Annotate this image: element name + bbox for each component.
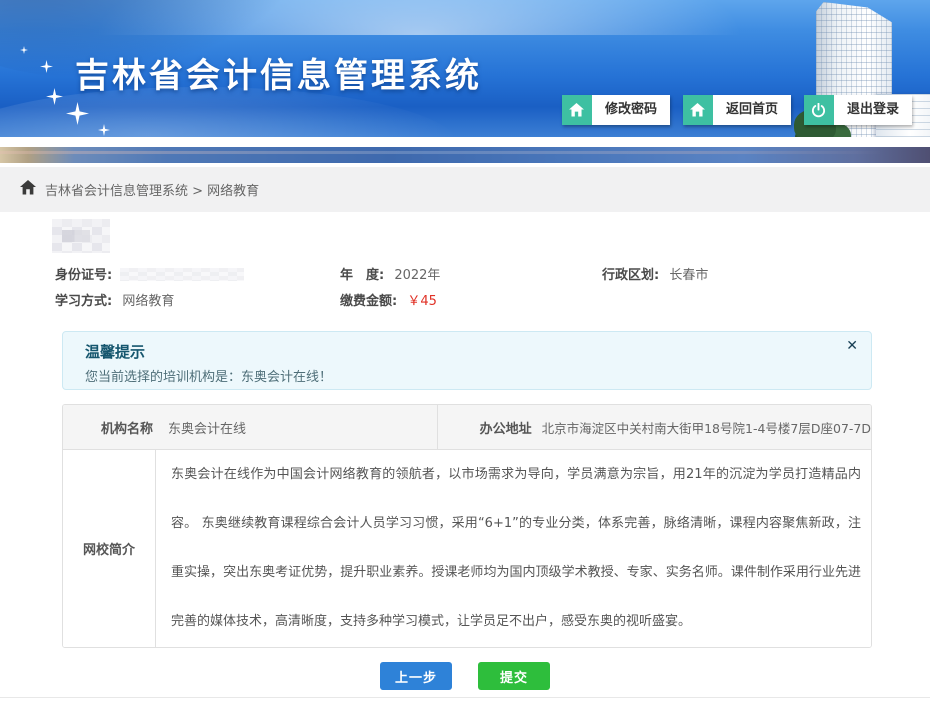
sparkle-icon [40,60,53,73]
amount-field: 缴费金额: ￥45 [340,290,602,309]
id-number-field: 身份证号: [55,264,340,283]
study-method-field: 学习方式: 网络教育 [55,290,340,309]
org-name-cell: 机构名称 东奥会计在线 [63,405,438,449]
form-actions: 上一步 提交 [0,662,930,690]
study-method-label: 学习方式: [55,294,112,309]
notice-box: 温馨提示 您当前选择的培训机构是：东奥会计在线！ ✕ [62,331,872,390]
notice-title: 温馨提示 [85,341,871,362]
sparkle-icon [20,46,28,54]
region-label: 行政区划: [602,268,659,283]
header-photo-strip [0,147,930,163]
return-home-label: 返回首页 [713,95,791,125]
power-icon [804,95,834,125]
header-buttons: 修改密码 返回首页 退出登录 [562,95,912,125]
breadcrumb-text: 吉林省会计信息管理系统 > 网络教育 [45,180,259,199]
logout-button[interactable]: 退出登录 [804,95,912,125]
close-icon[interactable]: ✕ [846,339,858,353]
region-value: 长春市 [669,268,708,283]
bottom-divider [0,697,930,698]
org-info-table: 机构名称 东奥会计在线 办公地址 北京市海淀区中关村南大街甲18号院1-4号楼7… [62,404,872,648]
user-info-section: 身份证号: 年 度: 2022年 行政区划: 长春市 学习方式: 网络教育 缴费… [55,264,875,309]
notice-message: 您当前选择的培训机构是：东奥会计在线！ [85,366,871,385]
org-name-value: 东奥会计在线 [168,418,246,437]
year-field: 年 度: 2022年 [340,264,602,283]
year-label: 年 度: [340,268,384,283]
return-home-button[interactable]: 返回首页 [683,95,791,125]
table-row: 机构名称 东奥会计在线 办公地址 北京市海淀区中关村南大街甲18号院1-4号楼7… [63,405,871,450]
home-icon [683,95,713,125]
org-intro-text: 东奥会计在线作为中国会计网络教育的领航者，以市场需求为导向，学员满意为宗旨，用2… [156,450,871,647]
previous-step-button[interactable]: 上一步 [380,662,452,690]
study-method-value: 网络教育 [122,294,174,309]
org-intro-label: 网校简介 [63,450,156,647]
year-value: 2022年 [394,268,440,283]
logout-label: 退出登录 [834,95,912,125]
page: 吉林省会计信息管理系统 修改密码 返回首页 [0,0,930,710]
org-address-value: 北京市海淀区中关村南大街甲18号院1-4号楼7层D座07-7D [542,418,871,437]
id-number-label: 身份证号: [55,268,112,283]
org-name-label: 机构名称 [101,418,153,437]
redacted-id-number [120,268,244,281]
amount-value: ￥45 [407,294,437,309]
amount-label: 缴费金额: [340,294,397,309]
org-address-cell: 办公地址 北京市海淀区中关村南大街甲18号院1-4号楼7层D座07-7D [438,405,871,449]
site-title: 吉林省会计信息管理系统 [75,48,482,97]
breadcrumb: 吉林省会计信息管理系统 > 网络教育 [0,167,930,212]
home-icon[interactable] [20,180,36,199]
region-field: 行政区划: 长春市 [602,264,875,283]
change-password-label: 修改密码 [592,95,670,125]
change-password-button[interactable]: 修改密码 [562,95,670,125]
table-row: 网校简介 东奥会计在线作为中国会计网络教育的领航者，以市场需求为导向，学员满意为… [63,450,871,647]
submit-button[interactable]: 提交 [478,662,550,690]
org-address-label: 办公地址 [480,418,532,437]
header-banner: 吉林省会计信息管理系统 修改密码 返回首页 [0,0,930,137]
redacted-user-name [52,219,110,253]
home-icon [562,95,592,125]
